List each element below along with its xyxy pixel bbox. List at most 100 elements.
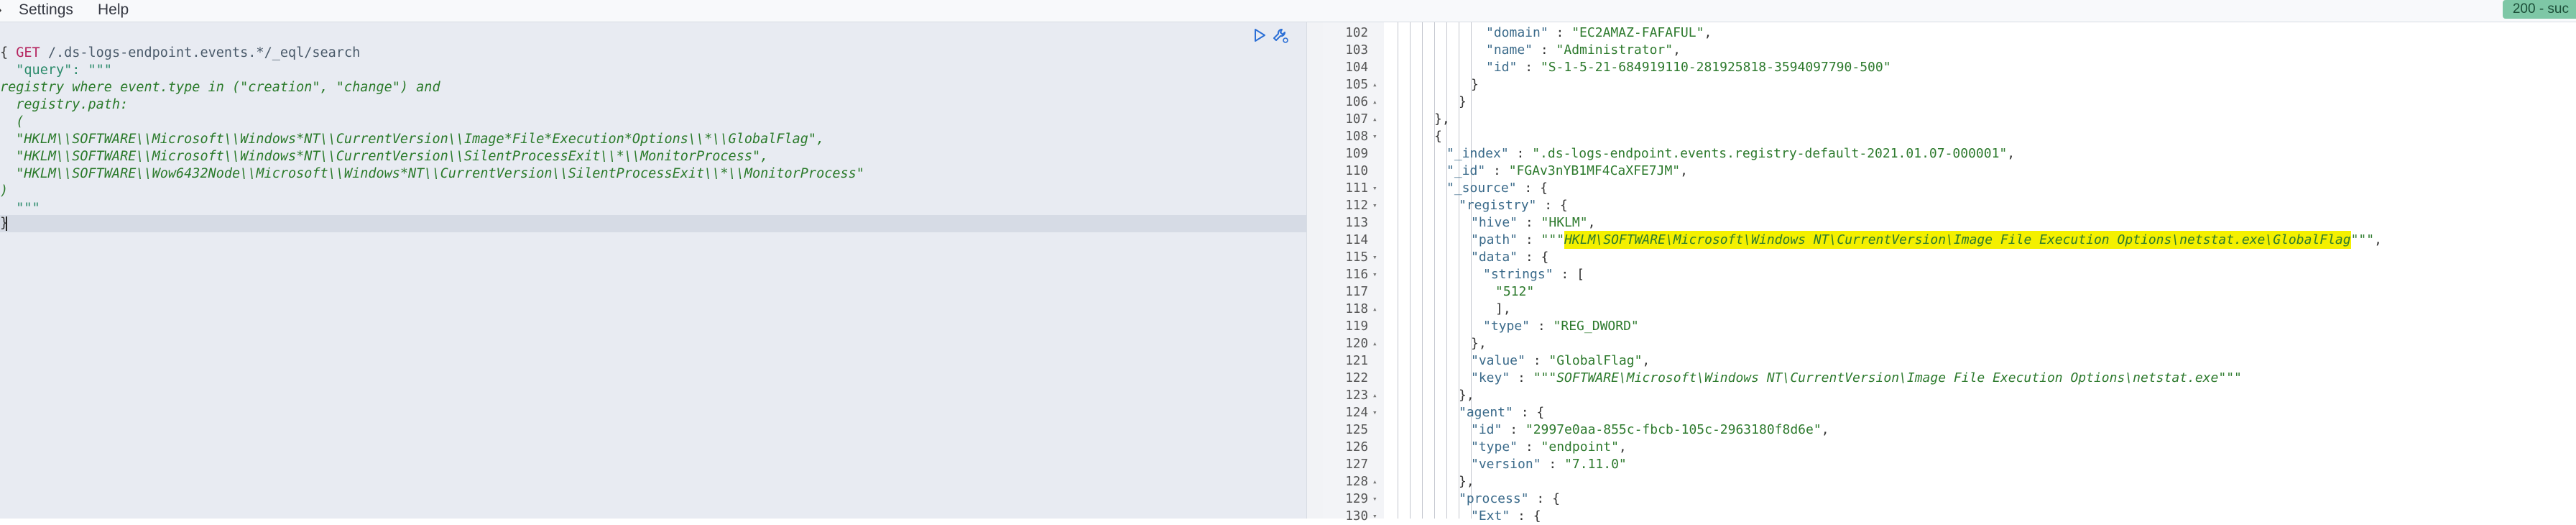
response-line: "data" : { — [1471, 250, 1549, 265]
indent-guide — [1434, 22, 1435, 519]
line-number: 102 — [1345, 26, 1368, 40]
line-number: 128 — [1345, 475, 1368, 489]
response-line: "id" : "S-1-5-21-684919110-281925818-359… — [1486, 60, 1891, 75]
fold-toggle-icon[interactable]: ▾ — [1372, 180, 1381, 197]
line-number: 117 — [1345, 285, 1368, 299]
fold-toggle-icon[interactable]: ▾ — [1372, 128, 1381, 145]
response-line: }, — [1434, 111, 1450, 127]
line-number: 106 — [1345, 95, 1368, 109]
response-line: "path" : """HKLM\SOFTWARE\Microsoft\Wind… — [1471, 231, 2382, 249]
fold-toggle-icon[interactable]: ▴ — [1372, 473, 1381, 490]
response-line: "agent" : { — [1459, 405, 1545, 420]
line-number: 121 — [1345, 354, 1368, 368]
line-number: 123 — [1345, 388, 1368, 403]
menu-settings[interactable]: Settings — [19, 1, 73, 19]
line-number: 112 — [1345, 198, 1368, 213]
text-cursor — [6, 216, 7, 231]
fold-toggle-icon[interactable]: ▾ — [1372, 197, 1381, 214]
response-line: "key" : """SOFTWARE\Microsoft\Windows NT… — [1471, 370, 2242, 385]
fold-toggle-icon[interactable]: ▴ — [1372, 335, 1381, 352]
chevron-right-icon[interactable]: › — [0, 2, 2, 19]
request-body-line[interactable]: registry.path: — [0, 96, 128, 114]
play-icon[interactable] — [1252, 27, 1268, 43]
pane-resize-handle[interactable] — [1306, 22, 1324, 519]
indent-guide — [1422, 22, 1423, 519]
status-badge: 200 - suc — [2502, 0, 2576, 19]
wrench-icon[interactable] — [1272, 27, 1289, 44]
response-line: "Ext" : { — [1471, 508, 1541, 524]
line-number: 111 — [1345, 181, 1368, 196]
line-number: 127 — [1345, 457, 1368, 472]
response-line: "type" : "REG_DWORD" — [1483, 319, 1639, 334]
request-body-line[interactable]: "HKLM\\SOFTWARE\\Microsoft\\Windows*NT\\… — [0, 131, 824, 148]
response-line: "type" : "endpoint", — [1471, 439, 1627, 455]
line-number: 125 — [1345, 423, 1368, 437]
request-body-line[interactable]: "HKLM\\SOFTWARE\\Wow6432Node\\Microsoft\… — [0, 165, 864, 183]
menu-bar: › Settings Help 200 - suc — [0, 0, 2576, 22]
response-line: } — [1459, 94, 1467, 109]
response-line: }, — [1459, 388, 1474, 403]
response-line: "strings" : [ — [1483, 267, 1584, 282]
line-number: 116 — [1345, 268, 1368, 282]
line-number: 122 — [1345, 371, 1368, 385]
request-body-line[interactable]: "HKLM\\SOFTWARE\\Microsoft\\Windows*NT\\… — [0, 148, 768, 165]
line-number: 129 — [1345, 492, 1368, 506]
request-editor[interactable] — [0, 22, 1306, 519]
response-line: "version" : "7.11.0" — [1471, 457, 1627, 472]
response-line: "registry" : { — [1459, 198, 1568, 213]
response-line: "_source" : { — [1446, 181, 1548, 196]
line-number: 115 — [1345, 250, 1368, 265]
response-line: "_index" : ".ds-logs-endpoint.events.reg… — [1446, 146, 2016, 161]
response-line: "id" : "2997e0aa-855c-fbcb-105c-2963180f… — [1471, 422, 1829, 437]
line-number: 114 — [1345, 233, 1368, 247]
request-line[interactable]: GET /.ds-logs-endpoint.events.*/_eql/sea… — [0, 27, 360, 60]
response-line: { — [1434, 129, 1442, 144]
fold-toggle-icon[interactable]: ▴ — [1372, 111, 1381, 128]
response-line: "hive" : "HKLM", — [1471, 215, 1596, 230]
response-line: "_id" : "FGAv3nYB1MF4CaXFE7JM", — [1446, 163, 1688, 178]
response-line: } — [1471, 77, 1479, 92]
response-line: "process" : { — [1459, 491, 1560, 506]
fold-toggle-icon[interactable]: ▴ — [1372, 93, 1381, 111]
request-body-line[interactable]: "query": """ — [0, 62, 112, 79]
fold-toggle-icon[interactable]: ▾ — [1372, 249, 1381, 266]
highlighted-registry-path: HKLM\SOFTWARE\Microsoft\Windows NT\Curre… — [1564, 231, 2351, 249]
fold-toggle-icon[interactable]: ▾ — [1372, 490, 1381, 508]
line-number: 105 — [1345, 78, 1368, 92]
line-number: 124 — [1345, 406, 1368, 420]
response-line: ], — [1495, 301, 1511, 316]
line-number: 104 — [1345, 60, 1368, 75]
fold-toggle-icon[interactable]: ▾ — [1372, 404, 1381, 421]
line-number: 110 — [1345, 164, 1368, 178]
response-line: }, — [1459, 474, 1474, 489]
line-number: 108 — [1345, 129, 1368, 144]
fold-toggle-icon[interactable]: ▴ — [1372, 301, 1381, 318]
request-body-line[interactable]: ( — [0, 114, 24, 131]
line-number: 126 — [1345, 440, 1368, 455]
request-body-line[interactable]: registry where event.type in ("creation"… — [0, 79, 440, 96]
active-line-highlight — [0, 215, 1306, 232]
menu-help[interactable]: Help — [98, 1, 129, 19]
fold-toggle-icon[interactable]: ▴ — [1372, 387, 1381, 404]
line-number: 119 — [1345, 319, 1368, 334]
fold-toggle-icon[interactable]: ▾ — [1372, 266, 1381, 283]
request-body-line[interactable]: ) — [0, 183, 8, 200]
fold-toggle-icon[interactable]: ▴ — [1372, 76, 1381, 93]
line-number: 103 — [1345, 43, 1368, 58]
line-number: 107 — [1345, 112, 1368, 127]
request-url: /.ds-logs-endpoint.events.*/_eql/search — [40, 45, 361, 60]
indent-guide — [1446, 22, 1447, 519]
fold-toggle-icon[interactable]: ▾ — [1372, 508, 1381, 525]
response-line: "512" — [1495, 284, 1535, 299]
request-body-line[interactable]: { — [0, 45, 8, 62]
response-line: }, — [1471, 336, 1487, 351]
indent-guide — [1410, 22, 1411, 519]
response-line: "domain" : "EC2AMAZ-FAFAFUL", — [1486, 25, 1712, 40]
line-number: 109 — [1345, 147, 1368, 161]
line-number: 118 — [1345, 302, 1368, 316]
line-number: 120 — [1345, 337, 1368, 351]
request-method: GET — [16, 45, 40, 60]
response-line: "value" : "GlobalFlag", — [1471, 353, 1651, 368]
line-number: 113 — [1345, 216, 1368, 230]
line-number: 130 — [1345, 509, 1368, 524]
